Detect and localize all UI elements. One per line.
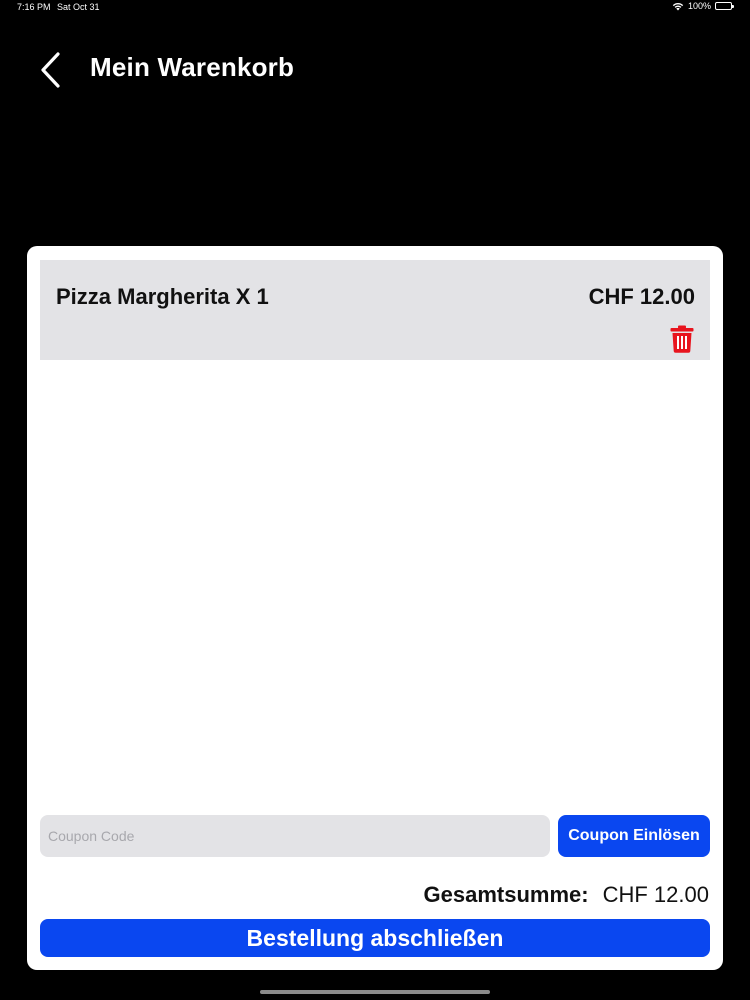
coupon-code-input[interactable] — [40, 815, 550, 857]
total-value: CHF 12.00 — [602, 882, 709, 907]
page-title: Mein Warenkorb — [90, 52, 295, 82]
status-time: 7:16 PM — [17, 2, 51, 12]
total-row: Gesamtsumme: CHF 12.00 — [424, 882, 709, 908]
battery-percent: 100% — [687, 1, 711, 11]
back-button[interactable] — [32, 48, 68, 92]
home-indicator[interactable] — [260, 990, 490, 994]
cart-card: Pizza Margherita X 1 CHF 12.00 Coupon Ei… — [27, 246, 723, 970]
item-name: Pizza Margherita X 1 — [56, 284, 269, 309]
total-label: Gesamtsumme: — [423, 882, 589, 907]
checkout-button[interactable]: Bestellung abschließen — [40, 919, 710, 957]
header: Mein Warenkorb — [0, 44, 750, 94]
redeem-coupon-button[interactable]: Coupon Einlösen — [558, 815, 710, 857]
battery-icon — [715, 2, 734, 10]
delete-item-button[interactable] — [669, 324, 695, 354]
cart-item: Pizza Margherita X 1 CHF 12.00 — [40, 260, 710, 360]
status-indicators: 100% — [672, 1, 734, 11]
status-date: Sat Oct 31 — [57, 2, 100, 12]
wifi-icon — [672, 2, 684, 11]
status-bar: 7:16 PM Sat Oct 31 100% — [0, 0, 750, 16]
item-price: CHF 12.00 — [588, 284, 695, 309]
trash-icon — [670, 325, 694, 353]
chevron-left-icon — [41, 52, 60, 88]
